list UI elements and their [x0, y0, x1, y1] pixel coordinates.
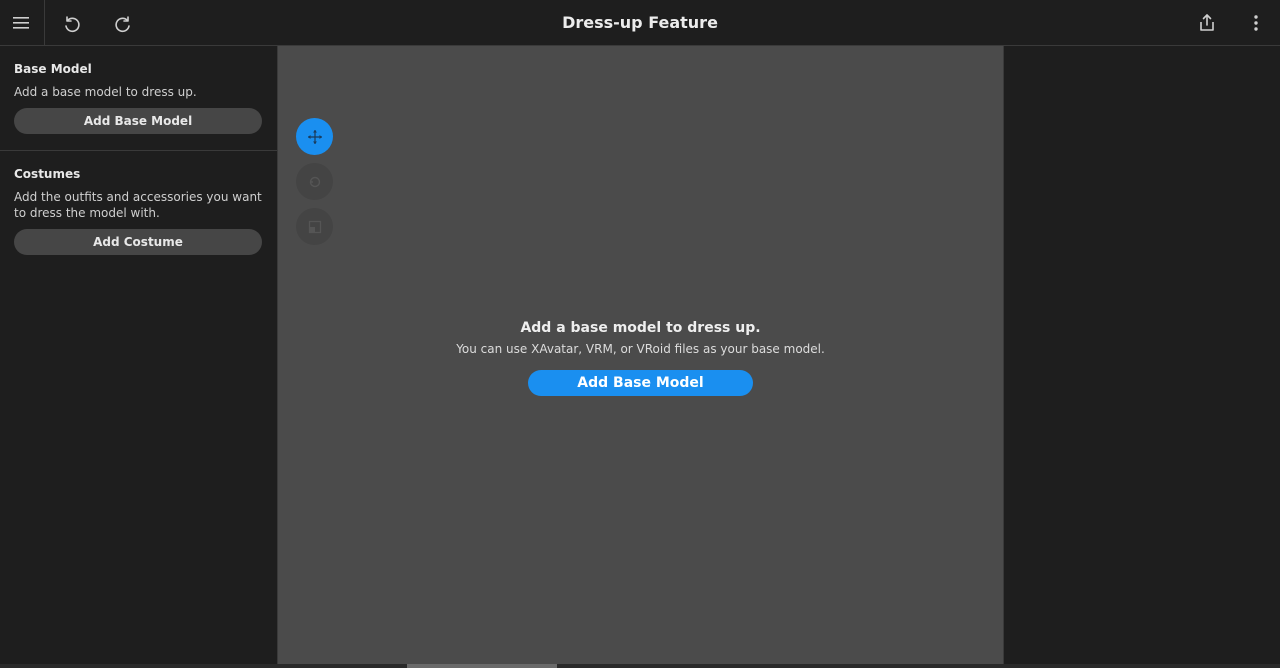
more-options-button[interactable] [1236, 0, 1276, 45]
redo-button[interactable] [104, 0, 144, 45]
bottom-scroll-indicator[interactable] [407, 664, 557, 668]
more-vertical-icon [1254, 14, 1258, 31]
preview-viewport[interactable]: Add a base model to dress up. You can us… [278, 46, 1004, 668]
redo-icon [115, 15, 130, 32]
share-icon [1200, 13, 1214, 31]
costumes-description: Add the outfits and accessories you want… [14, 190, 262, 220]
frame-icon [308, 220, 321, 233]
frame-tool-button[interactable] [296, 208, 333, 245]
menu-button[interactable] [0, 0, 45, 45]
empty-state-subtitle: You can use XAvatar, VRM, or VRoid files… [456, 342, 825, 356]
rotate-icon [309, 176, 320, 187]
right-panel [1004, 46, 1280, 668]
page-title: Dress-up Feature [562, 13, 718, 32]
base-model-title: Base Model [14, 62, 92, 76]
app-window: Dress-up Feature Base Model Add a base m… [0, 0, 1280, 668]
top-bar: Dress-up Feature [0, 0, 1280, 46]
base-model-description: Add a base model to dress up. [14, 85, 197, 99]
empty-state-title: Add a base model to dress up. [520, 320, 761, 336]
costumes-section: Costumes Add the outfits and accessories… [0, 151, 277, 271]
empty-state: Add a base model to dress up. You can us… [278, 318, 1003, 396]
rotate-tool-button[interactable] [296, 163, 333, 200]
move-tool-button[interactable] [296, 118, 333, 155]
add-costume-button[interactable]: Add Costume [14, 229, 262, 255]
share-button[interactable] [1187, 0, 1227, 45]
move-icon [307, 129, 322, 144]
bottom-strip [0, 664, 1280, 668]
undo-button[interactable] [51, 0, 91, 45]
hamburger-menu-icon [13, 16, 29, 29]
base-model-section: Base Model Add a base model to dress up.… [0, 46, 277, 151]
sidebar: Base Model Add a base model to dress up.… [0, 46, 278, 668]
add-base-model-button[interactable]: Add Base Model [14, 108, 262, 134]
undo-icon [65, 15, 80, 32]
add-base-model-primary-button[interactable]: Add Base Model [528, 370, 753, 396]
costumes-title: Costumes [14, 167, 81, 181]
